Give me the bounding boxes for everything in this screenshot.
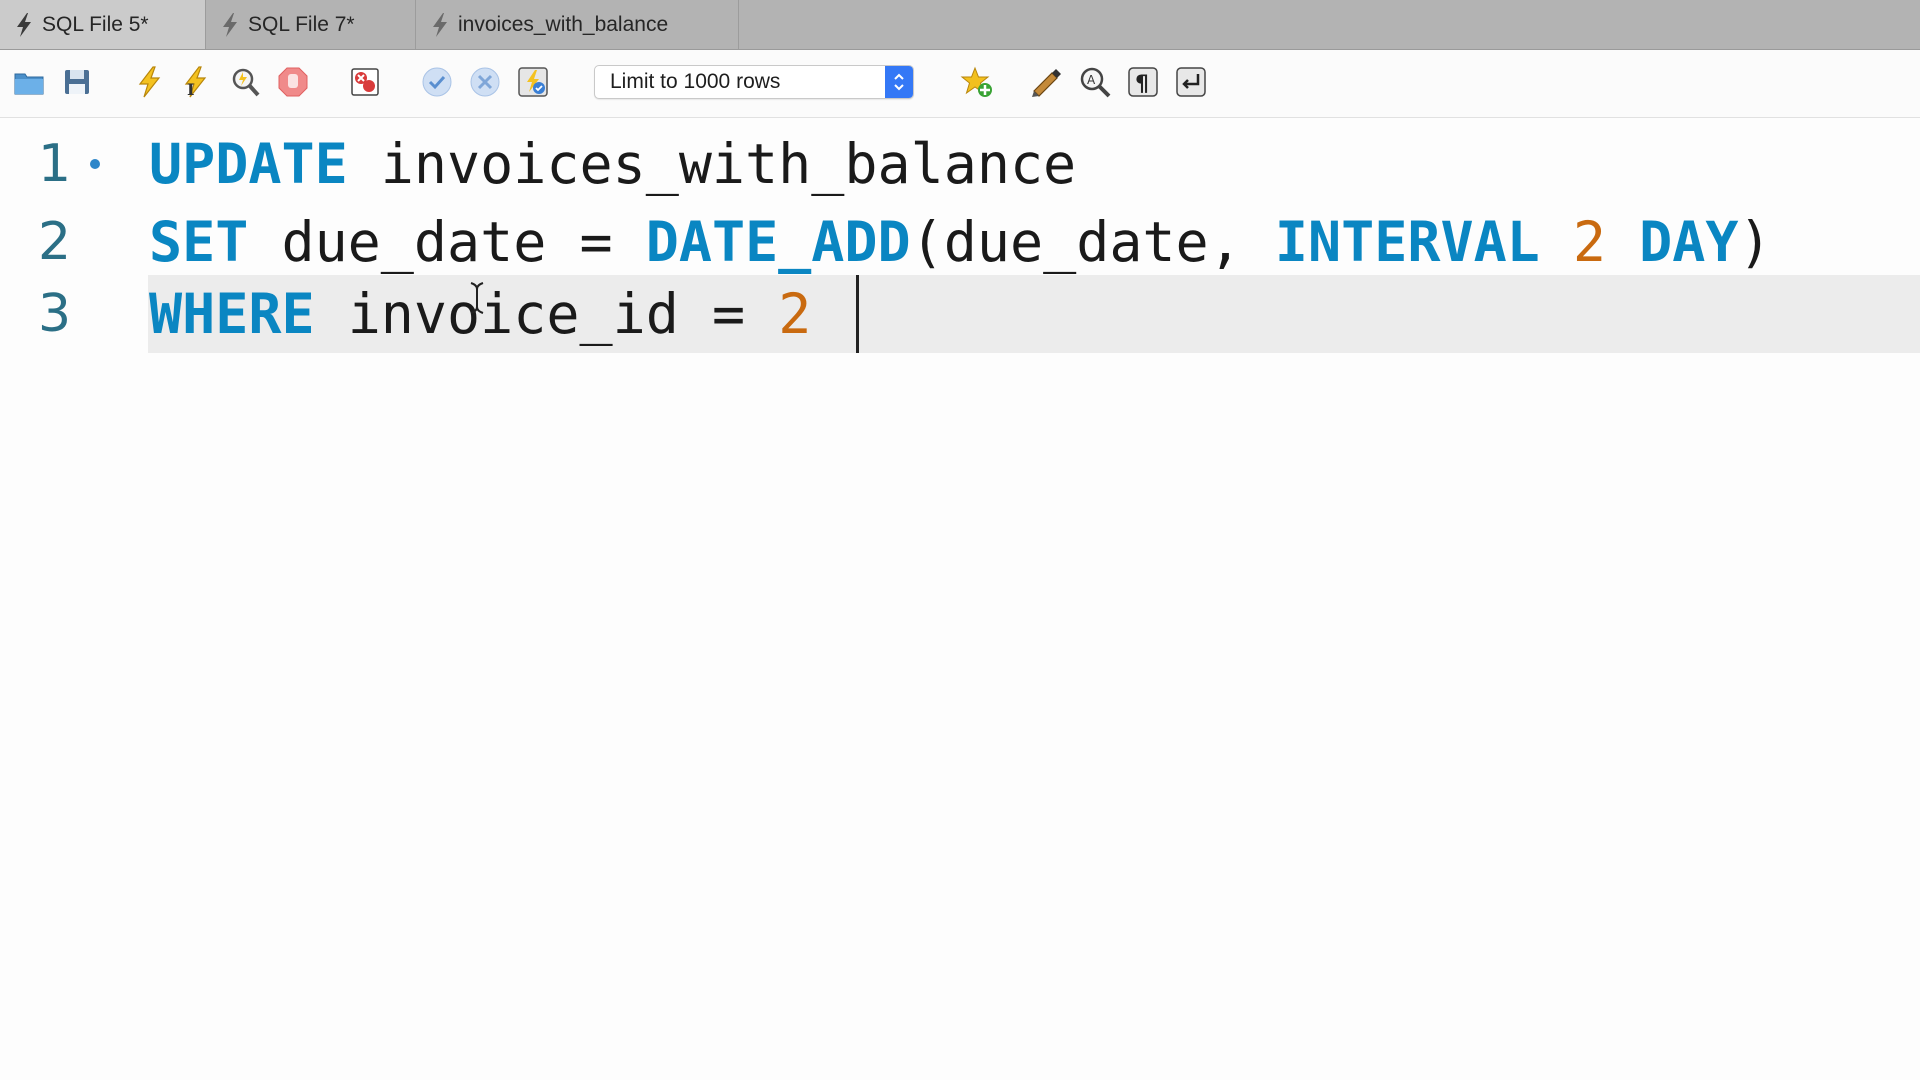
tab-sql-file-5[interactable]: SQL File 5* [0, 0, 206, 49]
sql-identifier: invoices_with_balance [347, 132, 1077, 196]
line-number: 3 [38, 284, 72, 344]
tab-label: SQL File 5* [42, 12, 149, 36]
sql-space [745, 282, 778, 346]
sql-keyword: UPDATE [149, 132, 348, 196]
sql-operator: = [579, 210, 613, 274]
line-number: 2 [38, 212, 72, 272]
save-icon[interactable] [59, 64, 95, 100]
sql-editor[interactable]: 1 UPDATE invoices_with_balance 2 SET due… [0, 118, 1920, 1080]
editor-line-current: 3 WHERE invoice_id = 2 [0, 275, 1920, 353]
sql-keyword: DAY [1639, 210, 1739, 274]
lightning-icon [433, 12, 447, 37]
sql-function: DATE_ADD [645, 210, 911, 274]
lightning-icon [17, 12, 31, 37]
sql-space [1540, 210, 1573, 274]
editor-line: 2 SET due_date = DATE_ADD(due_date, INTE… [0, 203, 1920, 281]
editor-line: 1 UPDATE invoices_with_balance [0, 125, 1920, 203]
sql-identifier: invoice_id [314, 282, 712, 346]
open-folder-icon[interactable] [11, 64, 47, 100]
autocommit-icon[interactable] [515, 64, 551, 100]
sql-space [1606, 210, 1639, 274]
beautify-icon[interactable] [1029, 64, 1065, 100]
limit-rows-label: Limit to 1000 rows [610, 70, 781, 93]
line-number: 1 [38, 134, 72, 194]
wrap-lines-icon[interactable] [1173, 64, 1209, 100]
text-caret [856, 275, 859, 353]
svg-text:¶: ¶ [1135, 72, 1149, 97]
find-icon[interactable]: A [1077, 64, 1113, 100]
stop-icon[interactable] [275, 64, 311, 100]
sql-identifier: due_date [248, 210, 580, 274]
tab-label: SQL File 7* [248, 12, 355, 36]
sql-identifier: (due_date, [910, 210, 1275, 274]
sql-number: 2 [1572, 210, 1607, 274]
sql-space [613, 210, 646, 274]
code-line: SET due_date = DATE_ADD(due_date, INTERV… [149, 203, 1772, 281]
toggle-error-stop-icon[interactable] [347, 64, 383, 100]
statement-marker-icon [90, 159, 100, 169]
add-snippet-icon[interactable] [959, 64, 995, 100]
sql-keyword: WHERE [149, 282, 315, 346]
sql-operator: = [711, 282, 746, 346]
sql-keyword: SET [149, 210, 249, 274]
sql-keyword: INTERVAL [1274, 210, 1540, 274]
svg-text:I: I [187, 80, 194, 99]
execute-current-icon[interactable]: I [177, 64, 213, 100]
lightning-icon [223, 12, 237, 37]
limit-rows-select[interactable]: Limit to 1000 rows [594, 65, 914, 99]
execute-icon[interactable] [131, 64, 167, 100]
tab-bar: SQL File 5* SQL File 7* invoices_with_ba… [0, 0, 1920, 50]
rollback-icon[interactable] [467, 64, 503, 100]
sql-paren: ) [1738, 210, 1772, 274]
ibeam-cursor-icon [470, 282, 484, 314]
sql-number: 2 [778, 282, 812, 346]
explain-icon[interactable] [227, 64, 263, 100]
tab-invoices-with-balance[interactable]: invoices_with_balance [416, 0, 739, 49]
tab-sql-file-7[interactable]: SQL File 7* [206, 0, 416, 49]
toolbar: I Limit to 1000 rows A ¶ [0, 50, 1920, 118]
svg-text:A: A [1087, 73, 1096, 87]
commit-icon[interactable] [419, 64, 455, 100]
tab-label: invoices_with_balance [458, 12, 669, 36]
invisible-chars-icon[interactable]: ¶ [1125, 64, 1161, 100]
code-line: UPDATE invoices_with_balance [149, 125, 1076, 203]
chevron-updown-icon [885, 66, 913, 98]
